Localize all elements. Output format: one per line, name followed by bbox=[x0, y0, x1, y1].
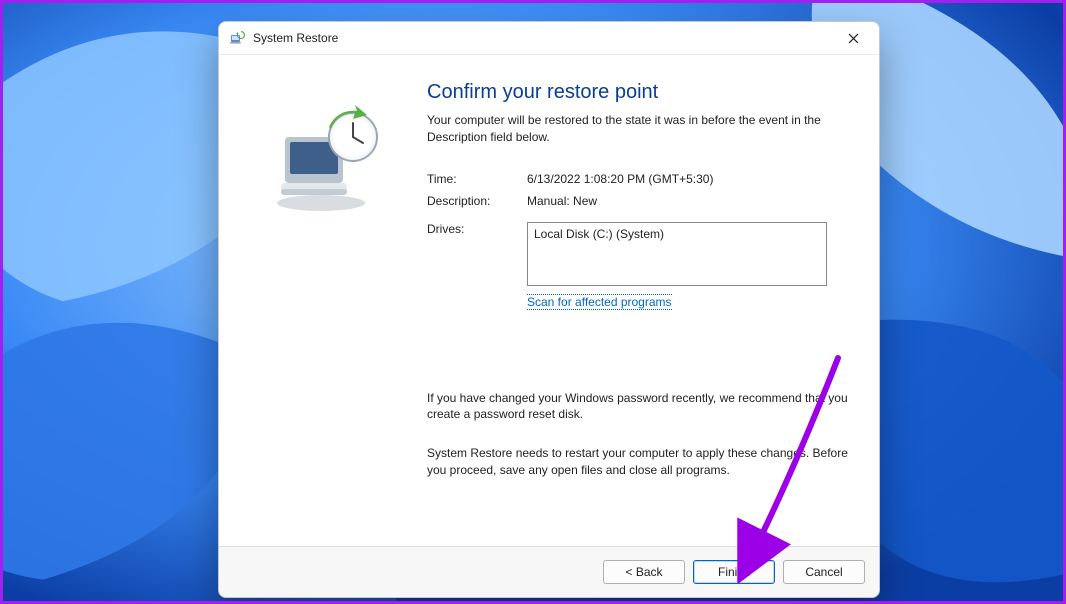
system-restore-window: System Restore bbox=[218, 21, 880, 598]
wizard-sidebar bbox=[237, 73, 417, 546]
system-restore-icon bbox=[229, 30, 245, 46]
back-button[interactable]: < Back bbox=[603, 560, 685, 584]
finish-button[interactable]: Finish bbox=[693, 560, 775, 584]
close-button[interactable] bbox=[833, 24, 873, 52]
wizard-footer: < Back Finish Cancel bbox=[219, 546, 879, 597]
titlebar: System Restore bbox=[219, 22, 879, 55]
drives-row: Drives: Local Disk (C:) (System) Scan fo… bbox=[427, 222, 851, 310]
time-label: Time: bbox=[427, 172, 527, 186]
cancel-button[interactable]: Cancel bbox=[783, 560, 865, 584]
description-value: Manual: New bbox=[527, 194, 851, 208]
description-label: Description: bbox=[427, 194, 527, 208]
window-body: Confirm your restore point Your computer… bbox=[219, 55, 879, 546]
password-note: If you have changed your Windows passwor… bbox=[427, 390, 851, 424]
description-row: Description: Manual: New bbox=[427, 194, 851, 208]
drives-list-item[interactable]: Local Disk (C:) (System) bbox=[534, 227, 820, 241]
drives-label: Drives: bbox=[427, 222, 527, 236]
time-value: 6/13/2022 1:08:20 PM (GMT+5:30) bbox=[527, 172, 851, 186]
window-title: System Restore bbox=[253, 31, 833, 45]
page-subheading: Your computer will be restored to the st… bbox=[427, 112, 851, 146]
restore-illustration-icon bbox=[267, 103, 387, 216]
scan-affected-programs-link[interactable]: Scan for affected programs bbox=[527, 294, 672, 310]
page-heading: Confirm your restore point bbox=[427, 81, 851, 104]
drives-value-container: Local Disk (C:) (System) Scan for affect… bbox=[527, 222, 851, 310]
desktop-background: System Restore bbox=[0, 0, 1066, 604]
restart-note: System Restore needs to restart your com… bbox=[427, 445, 851, 479]
wizard-content: Confirm your restore point Your computer… bbox=[417, 73, 851, 546]
drives-listbox[interactable]: Local Disk (C:) (System) bbox=[527, 222, 827, 286]
time-row: Time: 6/13/2022 1:08:20 PM (GMT+5:30) bbox=[427, 172, 851, 186]
